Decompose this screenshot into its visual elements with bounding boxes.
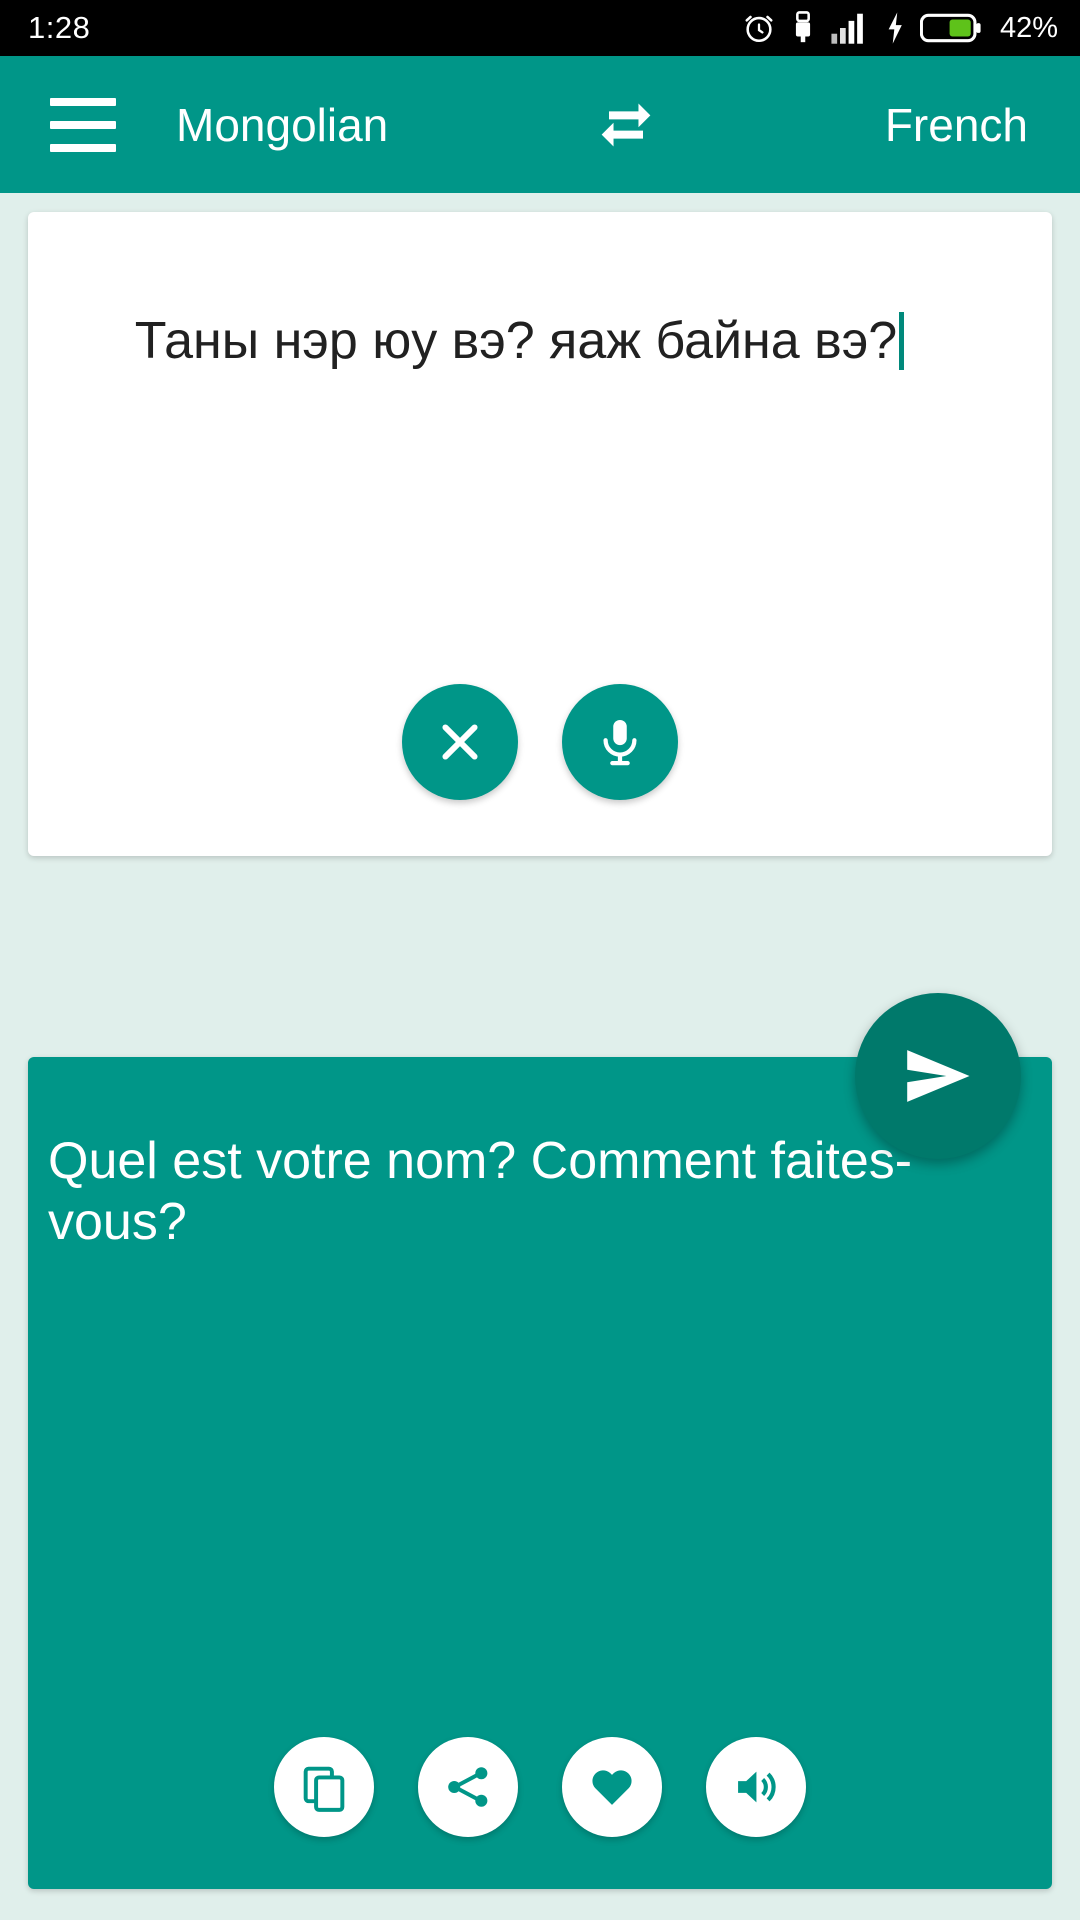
- copy-button[interactable]: [274, 1737, 374, 1837]
- heart-icon: [592, 1770, 632, 1805]
- translated-text: Quel est votre nom? Comment faites-vous?: [48, 1132, 913, 1252]
- source-language-selector[interactable]: Mongolian: [176, 98, 388, 152]
- favorite-button[interactable]: [562, 1737, 662, 1837]
- source-actions: [28, 684, 1052, 800]
- source-text-card[interactable]: Таны нэр юу вэ? яаж байна вэ?: [28, 212, 1052, 856]
- battery-icon: [919, 12, 982, 44]
- status-time: 1:28: [28, 10, 91, 45]
- status-icons: 42%: [742, 11, 1058, 45]
- speak-button[interactable]: [706, 1737, 806, 1837]
- swap-languages-icon[interactable]: [590, 89, 662, 161]
- share-icon: [448, 1767, 488, 1807]
- source-text-input[interactable]: Таны нэр юу вэ? яаж байна вэ?: [48, 244, 998, 439]
- usb-lock-icon: [790, 11, 816, 45]
- alarm-icon: [742, 11, 776, 45]
- copy-icon: [303, 1766, 345, 1812]
- translation-actions: [28, 1737, 1052, 1837]
- send-icon: [907, 1050, 970, 1102]
- send-button[interactable]: [855, 993, 1021, 1159]
- translation-result-card[interactable]: Quel est votre nom? Comment faites-vous?: [28, 1057, 1052, 1889]
- menu-bar-1: [50, 97, 116, 106]
- menu-icon[interactable]: [50, 97, 116, 152]
- share-button[interactable]: [418, 1737, 518, 1837]
- battery-percent: 42%: [999, 11, 1058, 44]
- text-caret: [899, 312, 905, 370]
- signal-bars-icon: [830, 11, 870, 45]
- menu-bar-3: [50, 143, 116, 152]
- speaker-icon: [738, 1771, 776, 1803]
- menu-bar-2: [50, 120, 116, 129]
- status-bar: 1:28 42%: [0, 0, 1080, 56]
- source-text-value: Таны нэр юу вэ? яаж байна вэ?: [134, 312, 898, 370]
- charging-bolt-icon: [884, 11, 906, 45]
- translator-screen: 1:28 42% Mongolian French Таны нэр юу вэ…: [0, 0, 1080, 1920]
- voice-input-button[interactable]: [562, 684, 678, 800]
- clear-button[interactable]: [402, 684, 518, 800]
- target-language-selector[interactable]: French: [885, 98, 1028, 152]
- app-bar: Mongolian French: [0, 56, 1080, 193]
